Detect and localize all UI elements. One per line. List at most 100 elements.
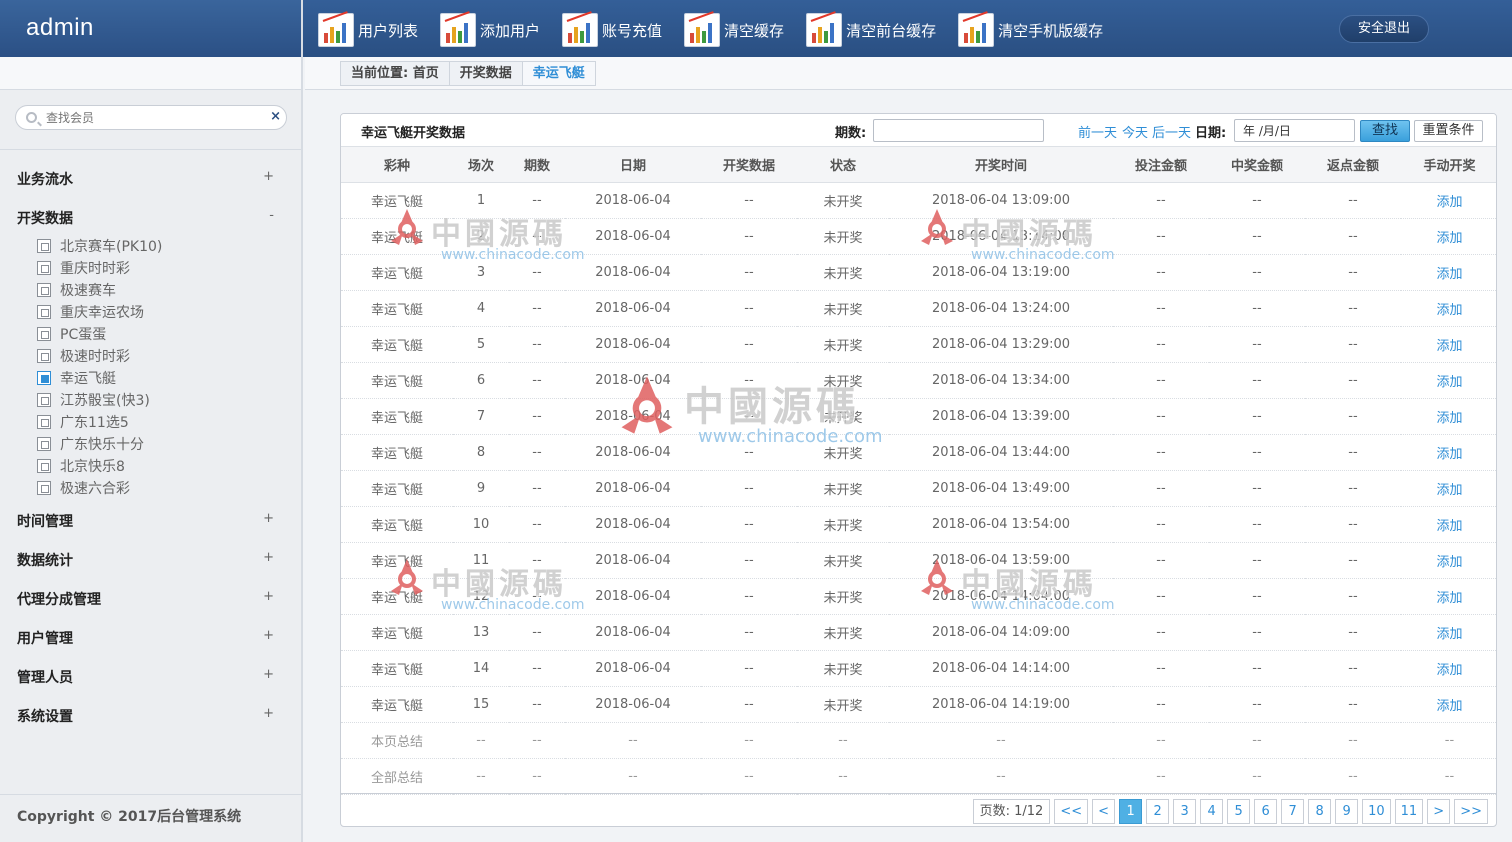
menu-time-management[interactable]: 时间管理 + (17, 511, 282, 531)
cell-bet-amount: -- (1113, 398, 1209, 435)
search-icon (26, 112, 37, 123)
menu-lottery-data[interactable]: 开奖数据 - (17, 208, 282, 228)
breadcrumb-lottery-data[interactable]: 开奖数据 (450, 62, 523, 85)
sidebar-item-cqssc[interactable]: 重庆时时彩 (37, 258, 130, 278)
first-page-button[interactable]: << (1054, 799, 1089, 824)
page-button[interactable]: 11 (1394, 799, 1424, 824)
page-button[interactable]: 10 (1362, 799, 1391, 824)
menu-agent-commission[interactable]: 代理分成管理 + (17, 589, 282, 609)
square-icon (37, 481, 51, 495)
expand-icon: + (263, 628, 274, 643)
member-search-input[interactable] (46, 108, 266, 127)
cell-manual-draw: 添加 (1401, 218, 1496, 255)
menu-business-flow[interactable]: 业务流水 + (17, 169, 282, 189)
add-draw-link[interactable]: 添加 (1436, 483, 1462, 498)
cell-win-amount: -- (1209, 542, 1305, 579)
menu-admins[interactable]: 管理人员 + (17, 667, 282, 687)
today-link[interactable]: 今天 (1122, 122, 1148, 141)
sidebar-item-pcdd[interactable]: PC蛋蛋 (37, 324, 106, 344)
page-button[interactable]: 9 (1335, 799, 1359, 824)
cell-round: 11 (453, 542, 509, 579)
add-draw-link[interactable]: 添加 (1436, 195, 1462, 210)
sidebar-item-gd11x5[interactable]: 广东11选5 (37, 412, 129, 432)
sidebar-item-jssc[interactable]: 极速赛车 (37, 280, 116, 300)
add-draw-link[interactable]: 添加 (1436, 627, 1462, 642)
prev-page-button[interactable]: < (1092, 799, 1116, 824)
page-button[interactable]: 5 (1227, 799, 1251, 824)
cell-date: 2018-06-04 (565, 326, 701, 363)
add-draw-link[interactable]: 添加 (1436, 447, 1462, 462)
nav-clear-front-cache[interactable]: 清空前台缓存 (806, 10, 936, 50)
cell-status: 未开奖 (797, 398, 889, 435)
nav-user-list[interactable]: 用户列表 (318, 10, 418, 50)
summary-cell: -- (565, 722, 701, 759)
clear-search-icon[interactable]: × (270, 109, 281, 124)
logout-button[interactable]: 安全退出 (1339, 15, 1429, 43)
breadcrumb-home[interactable]: 首页 (413, 66, 439, 81)
sidebar-item-cqxync[interactable]: 重庆幸运农场 (37, 302, 144, 322)
chart-icon (958, 11, 995, 47)
page-button[interactable]: 2 (1146, 799, 1170, 824)
table-row: 幸运飞艇 4 -- 2018-06-04 -- 未开奖 2018-06-04 13:24:0… (341, 290, 1496, 327)
breadcrumb-current: 幸运飞艇 (522, 62, 595, 85)
add-draw-link[interactable]: 添加 (1436, 555, 1462, 570)
cell-win-amount: -- (1209, 254, 1305, 291)
cell-rebate-amount: -- (1305, 614, 1401, 651)
cell-win-amount: -- (1209, 398, 1305, 435)
cell-status: 未开奖 (797, 326, 889, 363)
sidebar-item-gdklsf[interactable]: 广东快乐十分 (37, 434, 144, 454)
add-draw-link[interactable]: 添加 (1436, 519, 1462, 534)
cell-status: 未开奖 (797, 182, 889, 219)
nav-recharge[interactable]: 账号充值 (562, 10, 662, 50)
menu-system-settings[interactable]: 系统设置 + (17, 706, 282, 726)
table-row: 幸运飞艇 11 -- 2018-06-04 -- 未开奖 2018-06-04 13:59:… (341, 542, 1496, 579)
page-button[interactable]: 6 (1254, 799, 1278, 824)
cell-draw-data: -- (701, 542, 797, 579)
period-label: 期数: (835, 126, 867, 141)
sidebar-item-bjpk10[interactable]: 北京赛车(PK10) (37, 236, 162, 256)
reset-button[interactable]: 重置条件 (1414, 120, 1483, 142)
cell-date: 2018-06-04 (565, 470, 701, 507)
sidebar-item-jsk3[interactable]: 江苏骰宝(快3) (37, 390, 150, 410)
add-draw-link[interactable]: 添加 (1436, 663, 1462, 678)
sidebar-item-label: 幸运飞艇 (60, 371, 116, 387)
add-draw-link[interactable]: 添加 (1436, 411, 1462, 426)
nav-clear-mobile-cache[interactable]: 清空手机版缓存 (958, 10, 1103, 50)
cell-issue: -- (509, 650, 565, 687)
add-draw-link[interactable]: 添加 (1436, 699, 1462, 714)
next-day-link[interactable]: 后一天 (1152, 122, 1191, 141)
page-button[interactable]: 7 (1281, 799, 1305, 824)
date-input[interactable] (1234, 119, 1355, 142)
cell-issue: -- (509, 254, 565, 291)
add-draw-link[interactable]: 添加 (1436, 375, 1462, 390)
table-row: 幸运飞艇 14 -- 2018-06-04 -- 未开奖 2018-06-04 14:14:… (341, 650, 1496, 687)
sidebar-item-label: 重庆幸运农场 (60, 305, 144, 321)
cell-status: 未开奖 (797, 290, 889, 327)
prev-day-link[interactable]: 前一天 (1078, 122, 1117, 141)
sidebar-item-xyft[interactable]: 幸运飞艇 (37, 368, 116, 388)
menu-user-management[interactable]: 用户管理 + (17, 628, 282, 648)
nav-add-user[interactable]: 添加用户 (440, 10, 540, 50)
add-draw-link[interactable]: 添加 (1436, 303, 1462, 318)
period-input[interactable] (873, 119, 1044, 142)
page-button[interactable]: 8 (1308, 799, 1332, 824)
page-button[interactable]: 1 (1119, 799, 1143, 824)
sidebar-item-jslhc[interactable]: 极速六合彩 (37, 478, 130, 498)
find-button[interactable]: 查找 (1360, 120, 1410, 142)
page-button[interactable]: 3 (1173, 799, 1197, 824)
add-draw-link[interactable]: 添加 (1436, 267, 1462, 282)
last-page-button[interactable]: >> (1454, 799, 1488, 824)
add-draw-link[interactable]: 添加 (1436, 231, 1462, 246)
table-row: 幸运飞艇 1 -- 2018-06-04 -- 未开奖 2018-06-04 13:09:0… (341, 182, 1496, 219)
add-draw-link[interactable]: 添加 (1436, 591, 1462, 606)
cell-win-amount: -- (1209, 182, 1305, 219)
divider (0, 794, 301, 795)
sidebar-item-jsssc[interactable]: 极速时时彩 (37, 346, 130, 366)
page-button[interactable]: 4 (1200, 799, 1224, 824)
menu-statistics[interactable]: 数据统计 + (17, 550, 282, 570)
next-page-button[interactable]: > (1427, 799, 1451, 824)
nav-clear-cache[interactable]: 清空缓存 (684, 10, 784, 50)
add-draw-link[interactable]: 添加 (1436, 339, 1462, 354)
cell-round: 14 (453, 650, 509, 687)
sidebar-item-bjkl8[interactable]: 北京快乐8 (37, 456, 125, 476)
